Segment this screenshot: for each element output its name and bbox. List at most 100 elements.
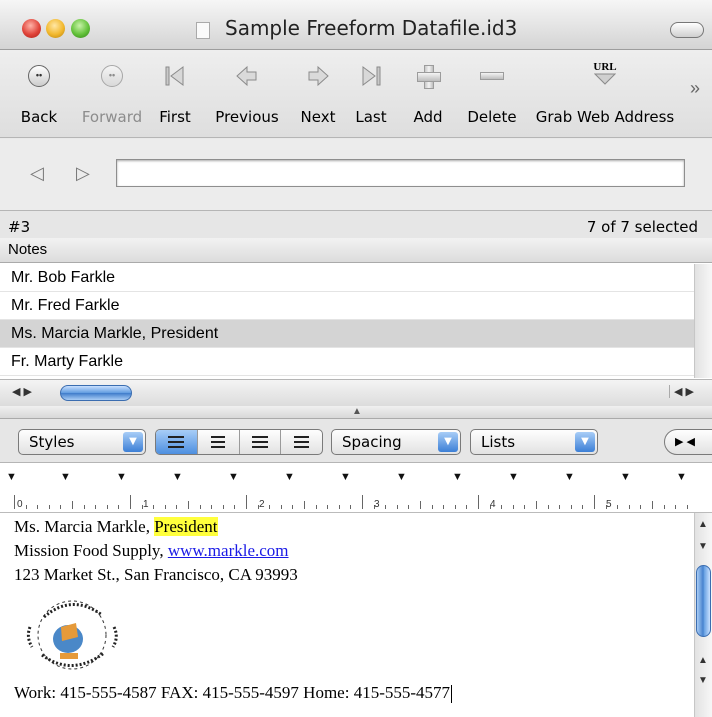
url-grab-icon: URL bbox=[585, 58, 625, 88]
scroll-up-arrow-icon[interactable]: ▲ bbox=[698, 519, 708, 530]
format-overflow-arrows-icon[interactable]: ▶ ◀ bbox=[664, 429, 712, 455]
note-name-line: Ms. Marcia Markle, President bbox=[14, 515, 680, 539]
chevron-down-icon: ▼ bbox=[438, 432, 458, 452]
close-window-button[interactable] bbox=[22, 19, 41, 38]
align-center-button[interactable] bbox=[198, 430, 240, 454]
ruler-tick bbox=[188, 501, 189, 509]
back-button[interactable]: •• Back bbox=[10, 50, 68, 138]
note-company: Mission Food Supply, bbox=[14, 541, 168, 560]
tab-stop-icon[interactable]: ▼ bbox=[116, 471, 127, 483]
scroll-left-right-arrows-icon[interactable]: ◀ ▶ bbox=[12, 385, 32, 398]
list-horizontal-scrollbar[interactable]: ◀ ▶ ◀ ▶ bbox=[0, 379, 712, 406]
ruler-tick bbox=[153, 505, 155, 509]
ruler-number: 4 bbox=[490, 499, 496, 510]
scroll-down-arrow-icon[interactable]: ▼ bbox=[698, 675, 708, 686]
scroll-down-arrow-icon[interactable]: ▼ bbox=[698, 541, 708, 552]
tab-stop-icon[interactable]: ▼ bbox=[508, 471, 519, 483]
ruler-number: 1 bbox=[143, 499, 149, 510]
ruler-tick bbox=[269, 505, 271, 509]
ruler-tick bbox=[582, 505, 584, 509]
ruler-tick bbox=[675, 505, 677, 509]
tab-stop-icon[interactable]: ▼ bbox=[564, 471, 575, 483]
selection-count: 7 of 7 selected bbox=[586, 218, 698, 236]
list-vertical-scrollbar[interactable] bbox=[694, 264, 712, 378]
tab-stop-icon[interactable]: ▼ bbox=[172, 471, 183, 483]
toolbar-overflow-chevron-icon[interactable]: » bbox=[690, 78, 700, 99]
note-name: Ms. Marcia Markle, bbox=[14, 517, 155, 536]
nav-back-arrow-icon[interactable]: ◁ bbox=[30, 163, 44, 184]
lists-popup[interactable]: Lists ▼ bbox=[470, 429, 598, 455]
tab-stop-icon[interactable]: ▼ bbox=[60, 471, 71, 483]
left-margin-marker-icon[interactable]: ▼ bbox=[6, 471, 17, 483]
forward-circle-icon: •• bbox=[101, 65, 123, 87]
list-item[interactable]: Mr. Fred Farkle bbox=[0, 292, 694, 320]
address-field[interactable] bbox=[116, 159, 685, 187]
ruler-tick bbox=[431, 505, 433, 509]
note-text-editor[interactable]: Ms. Marcia Markle, President Mission Foo… bbox=[0, 513, 694, 717]
list-item[interactable]: Fr. Marty Farkle bbox=[0, 348, 694, 376]
first-record-icon bbox=[163, 64, 187, 88]
ruler-tick bbox=[396, 505, 398, 509]
document-icon[interactable] bbox=[196, 22, 210, 39]
alignment-control bbox=[155, 429, 323, 455]
delete-button[interactable]: Delete bbox=[460, 50, 524, 138]
add-button[interactable]: Add bbox=[408, 50, 448, 138]
next-arrow-icon bbox=[306, 64, 330, 88]
highlighted-title: President bbox=[154, 517, 218, 536]
tab-stop-icon[interactable]: ▼ bbox=[396, 471, 407, 483]
vertical-scroll-thumb[interactable] bbox=[696, 565, 711, 637]
text-cursor bbox=[451, 685, 453, 704]
forward-button[interactable]: •• Forward bbox=[74, 50, 150, 138]
ruler-tick bbox=[512, 505, 514, 509]
tab-stop-icon[interactable]: ▼ bbox=[452, 471, 463, 483]
ruler-tick bbox=[37, 505, 39, 509]
ruler-tick bbox=[524, 505, 526, 509]
pane-splitter[interactable]: ▲ bbox=[0, 406, 712, 419]
styles-label: Styles bbox=[29, 433, 75, 451]
previous-button[interactable]: Previous bbox=[208, 50, 286, 138]
ruler-tick bbox=[501, 505, 503, 509]
ruler-tick bbox=[443, 505, 445, 509]
tab-stop-icon[interactable]: ▼ bbox=[284, 471, 295, 483]
website-link[interactable]: www.markle.com bbox=[168, 541, 289, 560]
ruler-tick bbox=[454, 505, 456, 509]
tab-stop-icon[interactable]: ▼ bbox=[228, 471, 239, 483]
note-phones-line: Work: 415-555-4587 FAX: 415-555-4597 Hom… bbox=[14, 681, 680, 705]
spacing-popup[interactable]: Spacing ▼ bbox=[331, 429, 461, 455]
list-item-selected[interactable]: Ms. Marcia Markle, President bbox=[0, 320, 694, 348]
ruler-tick bbox=[280, 505, 282, 509]
styles-popup[interactable]: Styles ▼ bbox=[18, 429, 146, 455]
ruler-tick bbox=[478, 495, 479, 509]
window-title: Sample Freeform Datafile.id3 bbox=[225, 16, 518, 40]
first-button[interactable]: First bbox=[153, 50, 197, 138]
title-bar[interactable]: Sample Freeform Datafile.id3 bbox=[0, 0, 712, 50]
company-logo bbox=[16, 591, 128, 677]
next-button[interactable]: Next bbox=[295, 50, 341, 138]
scroll-left-right-arrows-icon[interactable]: ◀ ▶ bbox=[669, 385, 694, 398]
ruler-number: 2 bbox=[259, 499, 265, 510]
notes-column-header[interactable]: Notes bbox=[0, 238, 712, 263]
scroll-up-arrow-icon[interactable]: ▲ bbox=[698, 655, 708, 666]
ruler-tick bbox=[327, 505, 329, 509]
first-label: First bbox=[159, 108, 191, 126]
last-button[interactable]: Last bbox=[350, 50, 392, 138]
tab-stop-icon[interactable]: ▼ bbox=[340, 471, 351, 483]
right-margin-marker-icon[interactable]: ▼ bbox=[676, 471, 687, 483]
ruler[interactable]: ▼ ▼ ▼ ▼ ▼ ▼ ▼ ▼ ▼ ▼ ▼ ▼ ▼ 0 1 2 3 4 5 bbox=[0, 463, 712, 513]
ruler-number: 3 bbox=[374, 499, 380, 510]
tab-stop-icon[interactable]: ▼ bbox=[620, 471, 631, 483]
zoom-window-button[interactable] bbox=[71, 19, 90, 38]
ruler-tick bbox=[60, 505, 62, 509]
horizontal-scroll-thumb[interactable] bbox=[60, 385, 132, 401]
align-justify-button[interactable] bbox=[240, 430, 282, 454]
text-vertical-scrollbar[interactable]: ▲ ▼ ▲ ▼ bbox=[694, 513, 712, 717]
url-icon-text: URL bbox=[593, 61, 617, 73]
toolbar-toggle-button[interactable] bbox=[670, 22, 704, 38]
minimize-window-button[interactable] bbox=[46, 19, 65, 38]
nav-forward-arrow-icon[interactable]: ▷ bbox=[76, 163, 90, 184]
align-right-button[interactable] bbox=[281, 430, 322, 454]
list-item[interactable]: Mr. Bob Farkle bbox=[0, 264, 694, 292]
align-left-button[interactable] bbox=[156, 430, 198, 454]
ruler-tick bbox=[199, 505, 201, 509]
grab-web-address-button[interactable]: URL Grab Web Address bbox=[530, 50, 680, 138]
